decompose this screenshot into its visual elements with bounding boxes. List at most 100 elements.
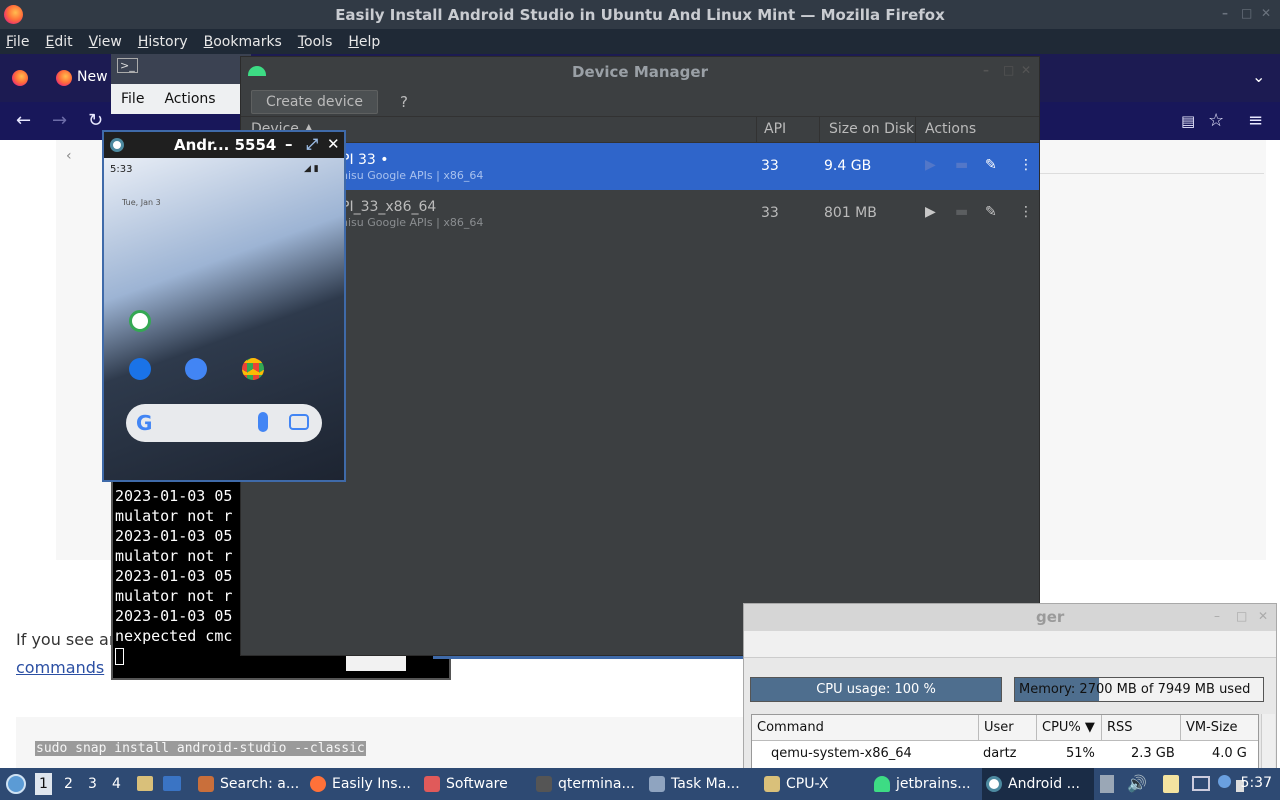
minimize-icon[interactable]: – bbox=[285, 135, 293, 153]
close-icon[interactable]: ✕ bbox=[1258, 609, 1268, 623]
create-device-button[interactable]: Create device bbox=[251, 89, 378, 114]
more-icon[interactable]: ⋮ bbox=[1019, 204, 1033, 220]
taskbar-item-label: Search: a... bbox=[220, 776, 300, 792]
messages-app-icon[interactable] bbox=[185, 358, 207, 380]
column-user[interactable]: User bbox=[984, 720, 1014, 735]
terminal-titlebar: >_ bbox=[111, 54, 251, 84]
device-manager-titlebar: Device Manager – □ ✕ bbox=[241, 57, 1039, 87]
article-paragraph: If you see ar bbox=[16, 630, 116, 649]
column-api[interactable]: API bbox=[764, 121, 786, 137]
column-cpu[interactable]: CPU% ▼ bbox=[1042, 720, 1095, 735]
terminal-menu-file[interactable]: File bbox=[111, 91, 144, 107]
cpu-usage-bar: CPU usage: 100 % bbox=[750, 677, 1002, 702]
signal-icon: ◢ ▮ bbox=[304, 164, 319, 174]
folder-icon[interactable]: ▬ bbox=[955, 157, 968, 173]
device-row[interactable]: PI 33 • nisu Google APIs | x86_64 33 9.4… bbox=[241, 143, 1039, 190]
menu-tools[interactable]: Tools bbox=[298, 34, 340, 50]
workspace-3[interactable]: 3 bbox=[88, 776, 97, 792]
edit-icon[interactable]: ✎ bbox=[985, 204, 997, 220]
tab-list-icon[interactable]: ⌄ bbox=[1252, 67, 1265, 86]
reload-icon[interactable]: ↻ bbox=[88, 110, 103, 131]
taskbar-item-terminal[interactable]: qtermina... bbox=[532, 768, 639, 800]
minimize-icon[interactable]: – bbox=[1222, 6, 1228, 20]
desktop-icon[interactable] bbox=[163, 776, 181, 791]
taskbar-item-software[interactable]: Software bbox=[420, 768, 512, 800]
cpux-icon bbox=[764, 776, 780, 792]
folder-icon[interactable]: ▬ bbox=[955, 204, 968, 220]
table-row[interactable]: qemu-system-x86_64 dartz 51% 2.3 GB 4.0 … bbox=[752, 741, 1258, 767]
chevron-left-icon[interactable]: ‹ bbox=[66, 148, 72, 164]
taskbar-item-label: CPU-X bbox=[786, 776, 829, 792]
minimize-icon[interactable]: – bbox=[983, 63, 989, 77]
network-icon[interactable] bbox=[1192, 776, 1210, 791]
taskbar-item-jetbrains[interactable]: jetbrains... bbox=[870, 768, 975, 800]
menu-view[interactable]: View bbox=[89, 34, 129, 50]
emulator-icon bbox=[110, 138, 124, 152]
device-api: 33 bbox=[761, 158, 779, 174]
more-icon[interactable]: ⋮ bbox=[1019, 157, 1033, 173]
bookmark-star-icon[interactable]: ☆ bbox=[1208, 110, 1224, 131]
clock[interactable]: 5:37 bbox=[1241, 775, 1272, 791]
workspace-1[interactable]: 1 bbox=[35, 773, 52, 795]
column-size[interactable]: Size on Disk bbox=[829, 121, 914, 137]
device-row[interactable]: PI_33_x86_64 nisu Google APIs | x86_64 3… bbox=[241, 190, 1039, 237]
maps-app-icon[interactable] bbox=[129, 310, 151, 332]
scrollbar[interactable] bbox=[1261, 714, 1275, 770]
reader-view-icon[interactable]: ▤ bbox=[1181, 112, 1195, 130]
terminal-menu-actions[interactable]: Actions bbox=[144, 91, 215, 107]
menu-file[interactable]: File bbox=[6, 34, 36, 50]
mic-icon[interactable] bbox=[258, 412, 268, 432]
volume-icon[interactable]: 🔊 bbox=[1127, 774, 1147, 793]
lens-icon[interactable] bbox=[289, 414, 309, 430]
notification-icon[interactable] bbox=[1218, 775, 1231, 788]
play-icon[interactable]: ▶ bbox=[925, 157, 936, 173]
emulator-screen[interactable]: 5:33 ◢ ▮ Tue, Jan 3 G bbox=[104, 158, 344, 480]
maximize-icon[interactable]: □ bbox=[1236, 609, 1247, 623]
process-cpu: 51% bbox=[1066, 746, 1095, 761]
column-vmsize[interactable]: VM-Size bbox=[1186, 720, 1238, 735]
chrome-app-icon[interactable] bbox=[242, 358, 264, 380]
google-search-bar[interactable]: G bbox=[126, 404, 322, 442]
help-icon[interactable]: ? bbox=[400, 93, 408, 111]
firefox-view-icon[interactable] bbox=[12, 70, 28, 86]
taskbar-item-label: jetbrains... bbox=[896, 776, 971, 792]
close-icon[interactable]: ✕ bbox=[327, 135, 340, 153]
taskbar-item-cpux[interactable]: CPU-X bbox=[760, 768, 832, 800]
taskbar-item-firefox[interactable]: Easily Ins... bbox=[306, 768, 415, 800]
play-icon[interactable]: ▶ bbox=[925, 204, 936, 220]
column-command[interactable]: Command bbox=[757, 720, 824, 735]
maximize-icon[interactable]: ⤢ bbox=[306, 135, 318, 153]
close-icon[interactable]: ✕ bbox=[1021, 63, 1031, 77]
taskbar-item-task-manager[interactable]: Task Ma... bbox=[645, 768, 744, 800]
file-manager-icon[interactable] bbox=[137, 776, 153, 791]
process-user: dartz bbox=[983, 746, 1017, 761]
maximize-icon[interactable]: □ bbox=[1003, 63, 1014, 77]
edit-icon[interactable]: ✎ bbox=[985, 157, 997, 173]
forward-icon[interactable]: → bbox=[52, 110, 67, 131]
workspace-4[interactable]: 4 bbox=[112, 776, 121, 792]
minimize-icon[interactable]: – bbox=[1214, 609, 1220, 623]
column-rss[interactable]: RSS bbox=[1107, 720, 1133, 735]
start-menu-icon[interactable] bbox=[6, 774, 26, 794]
task-manager-title: ger bbox=[1036, 608, 1065, 626]
terminal-cursor bbox=[115, 648, 124, 665]
clipboard-icon[interactable] bbox=[1100, 775, 1114, 793]
close-icon[interactable]: ✕ bbox=[1261, 6, 1271, 20]
notes-icon[interactable] bbox=[1163, 775, 1179, 793]
hamburger-menu-icon[interactable]: ≡ bbox=[1248, 110, 1263, 131]
home-date: Tue, Jan 3 bbox=[122, 198, 161, 207]
menu-edit[interactable]: Edit bbox=[45, 34, 79, 50]
article-link[interactable]: commands bbox=[16, 658, 104, 677]
menu-help[interactable]: Help bbox=[348, 34, 387, 50]
taskbar-item-emulator[interactable]: Android ... bbox=[982, 768, 1094, 800]
workspace-2[interactable]: 2 bbox=[64, 776, 73, 792]
menu-history[interactable]: History bbox=[138, 34, 195, 50]
taskbar-item-search[interactable]: Search: a... bbox=[194, 768, 303, 800]
back-icon[interactable]: ← bbox=[16, 110, 31, 131]
maximize-icon[interactable]: □ bbox=[1241, 6, 1252, 20]
phone-app-icon[interactable] bbox=[129, 358, 151, 380]
menu-bookmarks[interactable]: Bookmarks bbox=[204, 34, 289, 50]
window-title: Easily Install Android Studio in Ubuntu … bbox=[335, 5, 945, 24]
tab-label[interactable]: New bbox=[77, 69, 108, 85]
taskbar-item-label: Task Ma... bbox=[671, 776, 740, 792]
